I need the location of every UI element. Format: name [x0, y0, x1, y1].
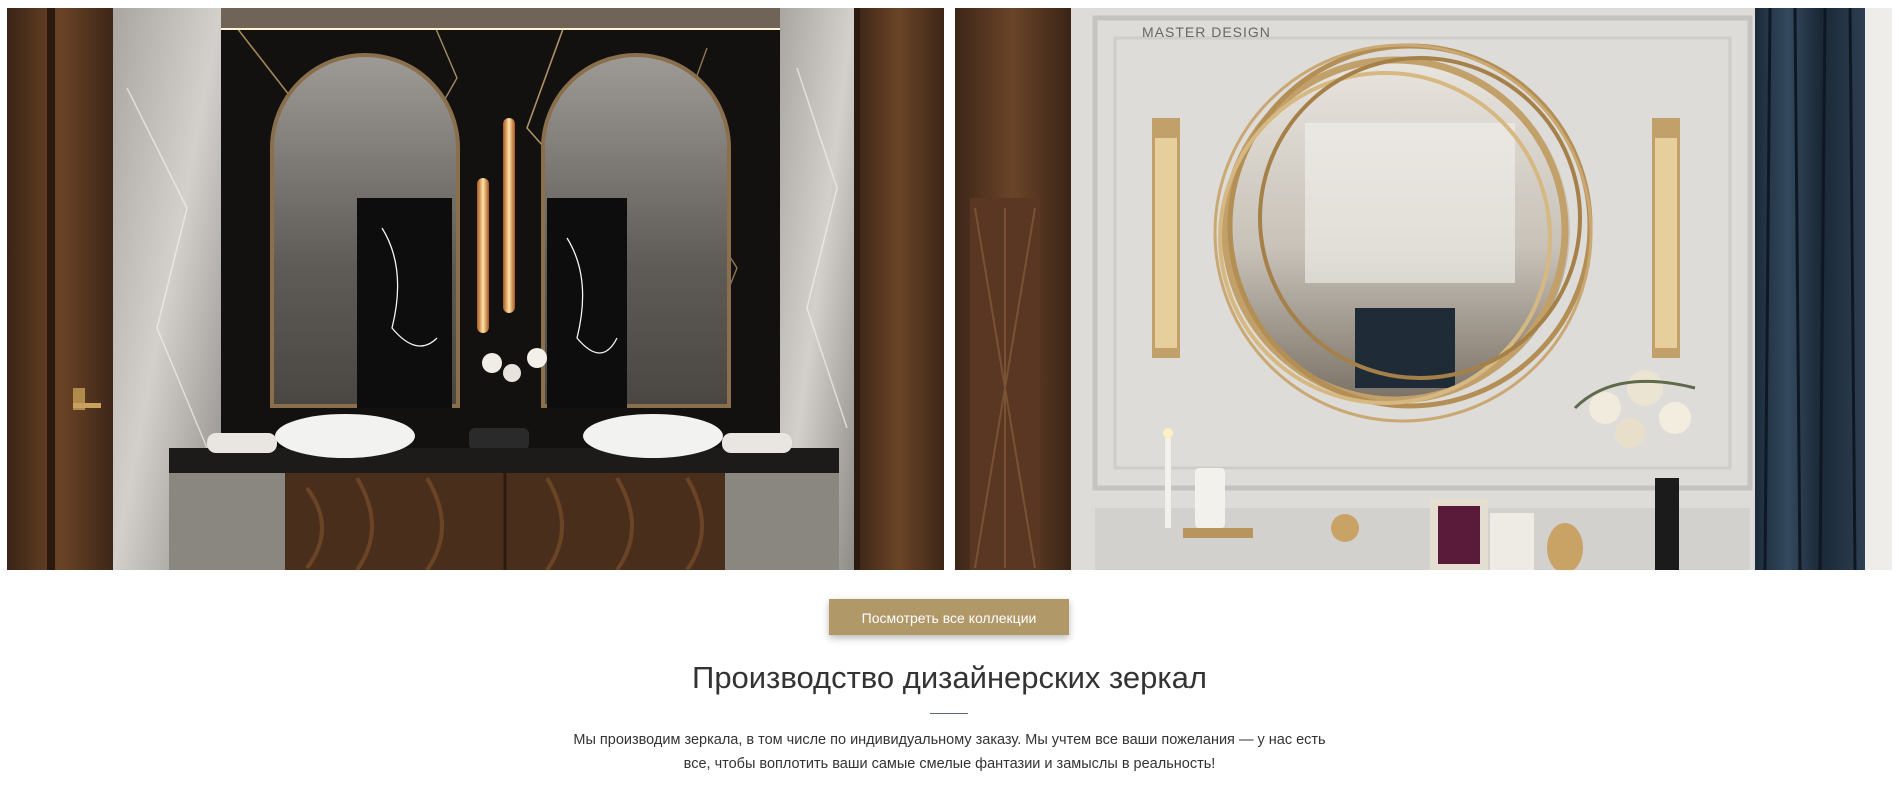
section-description-line-2: все, чтобы воплотить ваши самые смелые ф…: [683, 756, 1216, 772]
page: MASTER DESIGN Посмотреть все коллекции П…: [0, 0, 1899, 798]
collections-gallery: MASTER DESIGN: [7, 8, 1892, 570]
image-watermark: MASTER DESIGN: [1142, 24, 1271, 40]
section-description: Мы производим зеркала, в том числе по ин…: [549, 728, 1350, 776]
gallery-image-bathroom[interactable]: [7, 8, 944, 570]
view-all-collections-button[interactable]: Посмотреть все коллекции: [829, 599, 1069, 635]
section-description-line-1: Мы производим зеркала, в том числе по ин…: [573, 732, 1326, 748]
section-title: Производство дизайнерских зеркал: [692, 660, 1207, 695]
gallery-image-round-mirror[interactable]: MASTER DESIGN: [955, 8, 1892, 570]
title-divider: [930, 713, 968, 714]
bathroom-photo: [7, 8, 944, 570]
round-mirror-photo: [955, 8, 1892, 570]
